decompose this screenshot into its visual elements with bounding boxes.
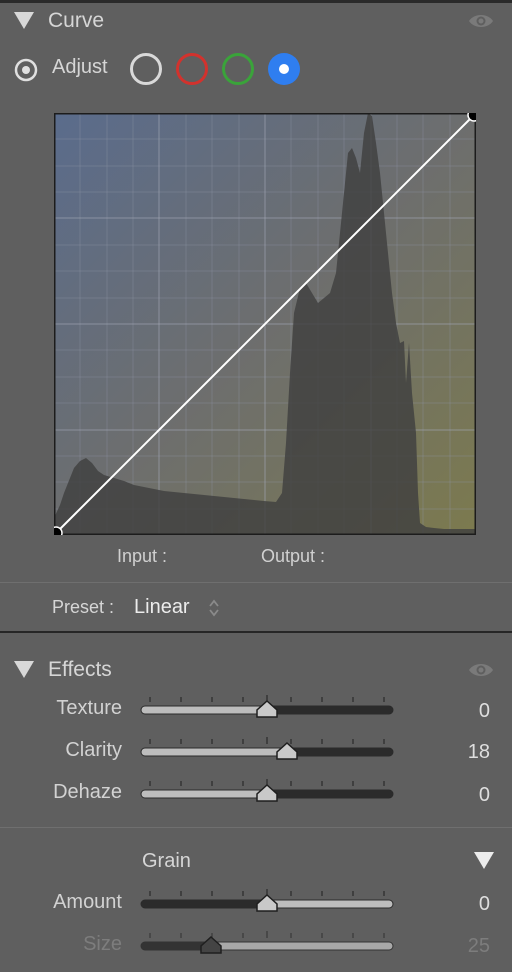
channel-green-button[interactable] — [222, 53, 254, 85]
target-adjust-icon[interactable] — [14, 58, 38, 82]
slider-thumb — [200, 935, 222, 954]
size-value[interactable]: 25 — [430, 935, 490, 958]
clarity-slider[interactable] — [140, 737, 394, 760]
texture-slider[interactable] — [140, 695, 394, 718]
curve-section-title: Curve — [48, 9, 105, 32]
updown-arrows-icon[interactable] — [208, 598, 220, 618]
channel-rgb-button[interactable] — [130, 53, 162, 85]
effects-section-header[interactable]: Effects — [0, 652, 512, 686]
clarity-value[interactable]: 18 — [430, 741, 490, 764]
size-slider[interactable] — [140, 931, 394, 954]
slider-thumb — [276, 741, 298, 760]
texture-label: Texture — [56, 697, 122, 719]
grain-collapse-triangle-icon[interactable] — [474, 852, 494, 869]
channel-selector-row: Adjust — [0, 50, 512, 88]
size-label: Size — [83, 933, 122, 955]
effects-section-title: Effects — [48, 658, 112, 681]
divider — [0, 827, 512, 828]
divider — [0, 582, 512, 583]
grain-title: Grain — [142, 850, 191, 872]
clarity-label: Clarity — [65, 739, 122, 761]
adjust-label: Adjust — [52, 56, 108, 78]
curve-section-header[interactable]: Curve — [0, 3, 512, 37]
preset-dropdown[interactable]: Linear — [134, 596, 190, 619]
eye-icon[interactable] — [468, 662, 494, 678]
tone-curve-graph[interactable] — [54, 113, 476, 535]
dehaze-value[interactable]: 0 — [430, 784, 490, 807]
channel-blue-button[interactable] — [268, 53, 300, 85]
dehaze-label: Dehaze — [53, 781, 122, 803]
collapse-triangle-icon[interactable] — [14, 12, 34, 29]
collapse-triangle-icon[interactable] — [14, 661, 34, 678]
eye-icon[interactable] — [468, 13, 494, 29]
output-label: Output : — [261, 546, 326, 566]
channel-red-button[interactable] — [176, 53, 208, 85]
section-divider — [0, 631, 512, 633]
dehaze-slider[interactable] — [140, 779, 394, 802]
amount-value[interactable]: 0 — [430, 893, 490, 916]
amount-label: Amount — [53, 891, 122, 913]
preset-label: Preset : — [52, 597, 115, 617]
slider-thumb — [256, 783, 278, 802]
texture-value[interactable]: 0 — [430, 700, 490, 723]
input-label: Input : — [117, 546, 168, 566]
slider-thumb — [256, 893, 278, 912]
amount-slider[interactable] — [140, 889, 394, 912]
slider-thumb — [256, 699, 278, 718]
